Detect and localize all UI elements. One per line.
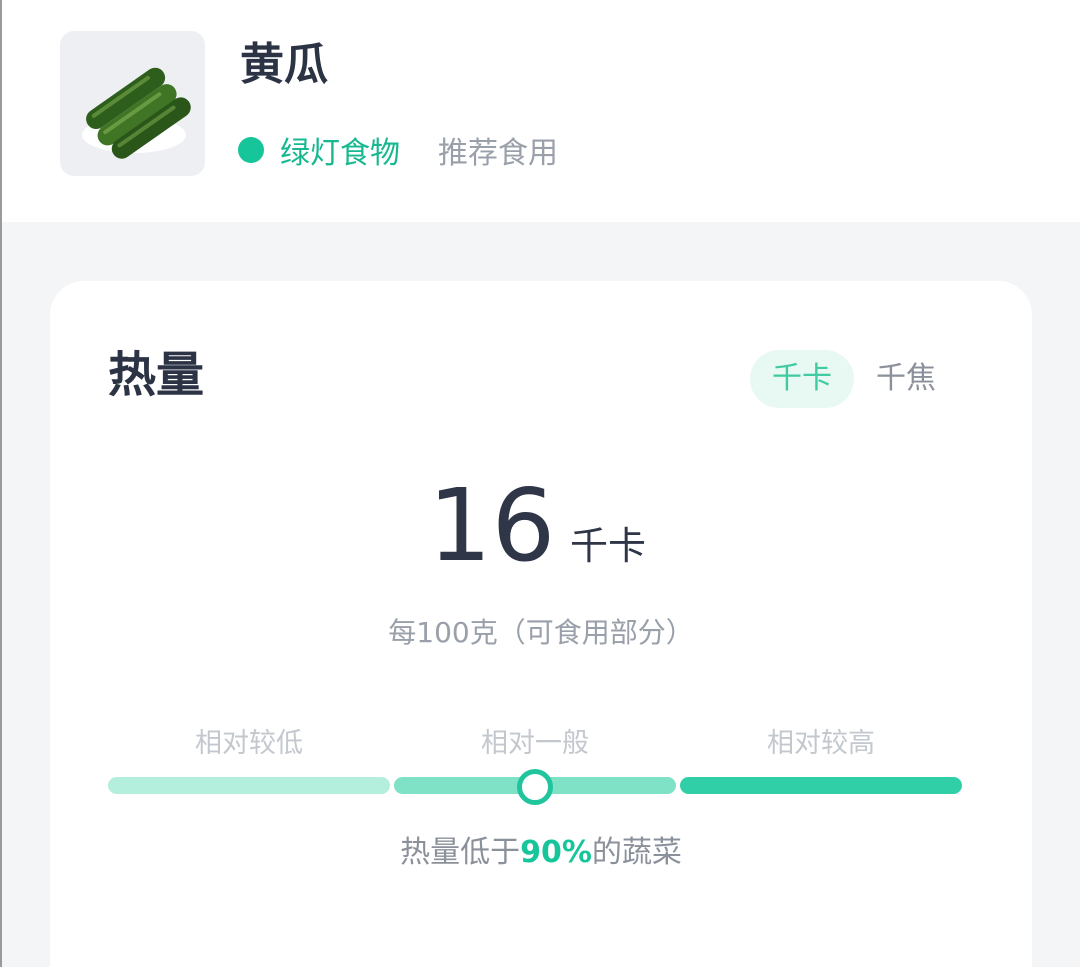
tag-description: 推荐食用: [438, 136, 558, 171]
card-title: 热量: [108, 347, 205, 403]
comparison-percent: 90%: [520, 835, 592, 870]
unit-kj-button[interactable]: 千焦: [854, 350, 958, 408]
comparison-suffix: 的蔬菜: [591, 835, 682, 870]
unit-kcal-button[interactable]: 千卡: [750, 350, 854, 408]
food-tag: 绿灯食物 推荐食用: [238, 128, 558, 172]
level-label-mid: 相对一般: [481, 728, 589, 759]
level-bar-low: [108, 777, 390, 794]
energy-value: 16: [428, 467, 556, 584]
food-image: [60, 31, 205, 176]
level-label-high: 相对较高: [767, 728, 875, 759]
comparison-prefix: 热量低于: [400, 835, 521, 870]
tag-label: 绿灯食物: [280, 136, 400, 171]
comparison-text: 热量低于90%的蔬菜: [50, 827, 1032, 871]
food-name: 黄瓜: [240, 39, 328, 90]
energy-unit: 千卡: [570, 524, 647, 568]
level-bar-high: [680, 777, 962, 794]
energy-card: 热量 千卡 千焦 16 千卡 每100克（可食用部分） 相对较低 相对一般 相对…: [50, 281, 1032, 967]
level-marker: [517, 769, 553, 805]
level-label-low: 相对较低: [195, 728, 303, 759]
cucumber-icon: [82, 67, 191, 159]
portion-note: 每100克（可食用部分）: [388, 616, 694, 649]
unit-toggle: 千卡 千焦: [750, 350, 958, 408]
green-light-icon: [238, 137, 264, 163]
food-header: 黄瓜 绿灯食物 推荐食用: [2, 0, 1080, 222]
